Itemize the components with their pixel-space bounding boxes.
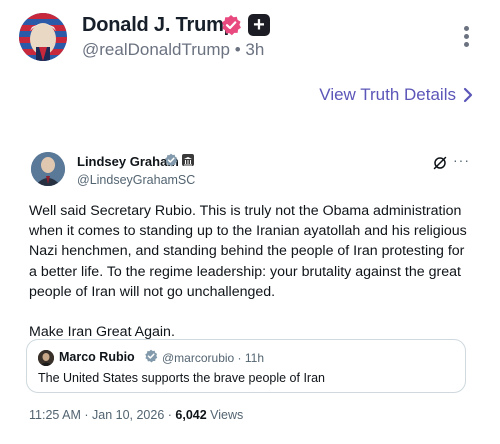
quote-author-name[interactable]: Marco Rubio xyxy=(59,350,135,364)
chevron-right-icon xyxy=(463,87,473,103)
views-count: 6,042 xyxy=(175,408,207,422)
quote-author-handle[interactable]: @marcorubio · 11h xyxy=(162,351,264,365)
views-label: Views xyxy=(206,408,244,422)
view-details-label: View Truth Details xyxy=(319,85,456,104)
handle-separator: • xyxy=(234,40,241,59)
post-header: Donald J. Trump + @realDonaldTrump • 3h xyxy=(0,0,500,80)
author-avatar[interactable] xyxy=(19,13,67,61)
post-timestamp[interactable]: 11:25 AM · Jan 10, 2026 · xyxy=(29,408,175,422)
card-more-icon[interactable]: ··· xyxy=(453,152,470,168)
verified-check-icon xyxy=(145,349,158,363)
grok-icon[interactable] xyxy=(433,156,447,170)
more-vertical-icon[interactable] xyxy=(462,26,470,52)
verified-check-icon xyxy=(221,15,241,36)
post-meta: 11:25 AM · Jan 10, 2026 · 6,042 Views xyxy=(29,408,243,422)
quote-author-avatar[interactable] xyxy=(38,350,54,366)
post-body: Well said Secretary Rubio. This is truly… xyxy=(29,201,474,342)
embedded-post-card[interactable]: Lindsey Graham @LindseyGrahamSC ··· Well… xyxy=(13,136,483,436)
post-body-paragraph: Well said Secretary Rubio. This is truly… xyxy=(29,203,467,300)
government-badge-icon xyxy=(182,154,194,166)
card-author-handle[interactable]: @LindseyGrahamSC xyxy=(77,173,195,187)
verified-check-icon xyxy=(165,153,178,167)
author-handle-row: @realDonaldTrump • 3h xyxy=(82,40,264,60)
plus-badge-icon: + xyxy=(248,14,270,36)
author-handle[interactable]: @realDonaldTrump xyxy=(82,40,230,59)
author-name[interactable]: Donald J. Trump xyxy=(82,14,236,37)
card-author-avatar[interactable] xyxy=(31,152,65,186)
view-details-link[interactable]: View Truth Details xyxy=(319,85,474,105)
post-time[interactable]: 3h xyxy=(245,40,264,59)
quote-text: The United States supports the brave peo… xyxy=(38,371,325,385)
quoted-post[interactable]: Marco Rubio @marcorubio · 11h The United… xyxy=(26,339,466,393)
